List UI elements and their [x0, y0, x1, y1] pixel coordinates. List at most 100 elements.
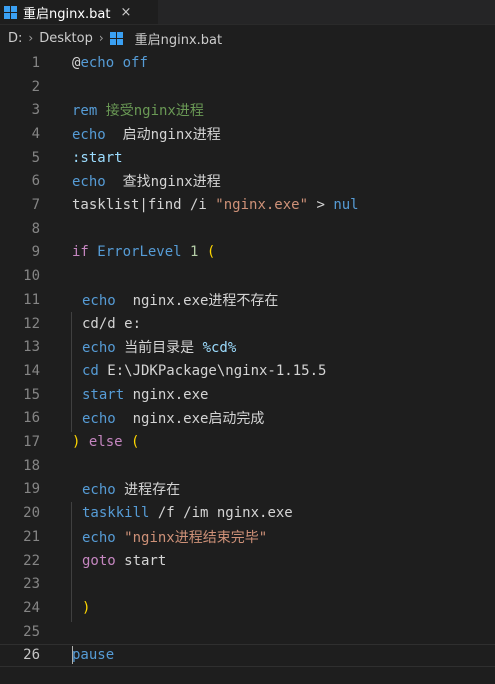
code-text: echo 进程存在: [82, 479, 180, 499]
tab-title: 重启nginx.bat: [23, 6, 111, 22]
code-token: nginx.exe进程不存在: [115, 292, 279, 309]
line-number: 19: [23, 481, 40, 498]
code-text: rem 接受nginx进程: [72, 100, 204, 120]
breadcrumb-file[interactable]: 重启nginx.bat: [135, 29, 222, 48]
code-line[interactable]: 2: [0, 75, 495, 99]
code-text: :start: [72, 150, 123, 166]
code-token: tasklist|find /i: [72, 197, 216, 214]
line-number: 25: [23, 623, 40, 640]
code-line[interactable]: 7 tasklist|find /i "nginx.exe" > nul: [0, 193, 495, 217]
code-token: 启动nginx进程: [105, 126, 221, 143]
tab-bar: 重启nginx.bat ×: [0, 0, 495, 25]
code-line[interactable]: 6 echo 查找nginx进程: [0, 170, 495, 194]
code-line[interactable]: 3 rem 接受nginx进程: [0, 98, 495, 122]
code-text: echo 启动nginx进程: [72, 124, 221, 144]
code-line[interactable]: 13 echo 当前目录是 %cd%: [0, 335, 495, 359]
code-text: echo nginx.exe进程不存在: [82, 290, 278, 310]
code-line[interactable]: 16 echo nginx.exe启动完成: [0, 407, 495, 431]
code-line[interactable]: 1 @echo off: [0, 51, 495, 75]
code-token: ): [82, 599, 91, 616]
code-token: (: [131, 434, 140, 451]
code-line[interactable]: 26 pause: [0, 643, 495, 668]
line-number: 26: [23, 647, 40, 664]
code-text: taskkill /f /im nginx.exe: [82, 505, 293, 521]
code-token: echo: [72, 174, 106, 191]
code-line[interactable]: 4 echo 启动nginx进程: [0, 122, 495, 146]
code-token: 接受nginx进程: [105, 103, 204, 120]
code-token: "nginx.exe": [215, 197, 309, 214]
code-line[interactable]: 12 cd/d e:: [0, 312, 495, 336]
code-token: goto: [82, 552, 116, 569]
code-line[interactable]: 9 if ErrorLevel 1 (: [0, 241, 495, 265]
code-token: 查找nginx进程: [105, 174, 221, 191]
code-line[interactable]: 11 echo nginx.exe进程不存在: [0, 288, 495, 312]
code-token: 当前目录是: [115, 340, 203, 357]
code-line[interactable]: 14 cd E:\JDKPackage\nginx-1.15.5: [0, 359, 495, 383]
line-number: 7: [31, 197, 40, 214]
text-cursor: [72, 646, 73, 665]
line-number: 23: [23, 576, 40, 593]
code-text: start nginx.exe: [82, 387, 208, 403]
code-editor[interactable]: 1 @echo off 2 3 rem 接受nginx进程 4 echo 启动nginx进程…: [0, 51, 495, 684]
code-text: echo 当前目录是 %cd%: [82, 337, 236, 357]
code-token: echo: [82, 482, 116, 499]
code-line[interactable]: 19 echo 进程存在: [0, 478, 495, 502]
code-token: echo: [82, 340, 116, 357]
code-token: nginx.exe启动完成: [115, 411, 265, 428]
code-text: ): [82, 600, 90, 616]
breadcrumb-drive[interactable]: D:: [8, 31, 22, 46]
line-number: 6: [31, 173, 40, 190]
code-line[interactable]: 5 :start: [0, 146, 495, 170]
line-number: 17: [23, 434, 40, 451]
line-number: 15: [23, 386, 40, 403]
breadcrumb-folder[interactable]: Desktop: [39, 31, 93, 46]
close-icon[interactable]: ×: [120, 5, 131, 20]
code-text: if ErrorLevel 1 (: [72, 244, 215, 260]
code-line[interactable]: 15 start nginx.exe: [0, 383, 495, 407]
code-token: echo: [72, 126, 106, 143]
line-number: 1: [31, 54, 40, 71]
code-token: nul: [333, 197, 359, 214]
tab-restart-nginx-bat[interactable]: 重启nginx.bat ×: [0, 0, 158, 24]
line-number: 3: [31, 102, 40, 119]
line-number: 24: [23, 599, 40, 616]
code-token: rem: [72, 103, 106, 120]
code-text: ) else (: [72, 434, 139, 450]
line-number: 5: [31, 149, 40, 166]
code-token: cd: [82, 362, 99, 379]
code-token: %cd%: [202, 340, 237, 357]
line-number: 13: [23, 339, 40, 356]
code-token: nginx.exe: [124, 386, 209, 403]
code-token: start: [115, 552, 167, 569]
code-text: @echo off: [72, 55, 148, 71]
chevron-right-icon: ›: [98, 31, 104, 45]
code-line[interactable]: 20 taskkill /f /im nginx.exe: [0, 501, 495, 525]
line-number: 9: [31, 244, 40, 261]
windows-icon: [109, 31, 123, 45]
code-line[interactable]: 17 ) else (: [0, 430, 495, 454]
code-token: echo: [82, 529, 116, 546]
code-token: :start: [72, 149, 123, 166]
code-token: else: [80, 434, 132, 451]
code-token: /f /im nginx.exe: [149, 505, 293, 522]
line-number: 22: [23, 552, 40, 569]
code-line[interactable]: 21 echo "nginx进程结束完毕": [0, 525, 495, 549]
code-line[interactable]: 23: [0, 572, 495, 596]
code-line[interactable]: 25: [0, 620, 495, 644]
code-text: tasklist|find /i "nginx.exe" > nul: [72, 197, 359, 213]
line-number: 20: [23, 505, 40, 522]
code-token: "nginx进程结束完毕": [124, 529, 268, 546]
line-number: 16: [23, 410, 40, 427]
chevron-right-icon: ›: [28, 31, 34, 45]
code-line[interactable]: 10: [0, 264, 495, 288]
code-line[interactable]: 18: [0, 454, 495, 478]
code-line[interactable]: 22 goto start: [0, 549, 495, 573]
code-token: taskkill: [82, 505, 150, 522]
code-token: (: [206, 244, 216, 261]
code-text: goto start: [82, 553, 166, 569]
code-text: echo "nginx进程结束完毕": [82, 527, 267, 547]
code-line[interactable]: 8: [0, 217, 495, 241]
code-line[interactable]: 24): [0, 596, 495, 620]
